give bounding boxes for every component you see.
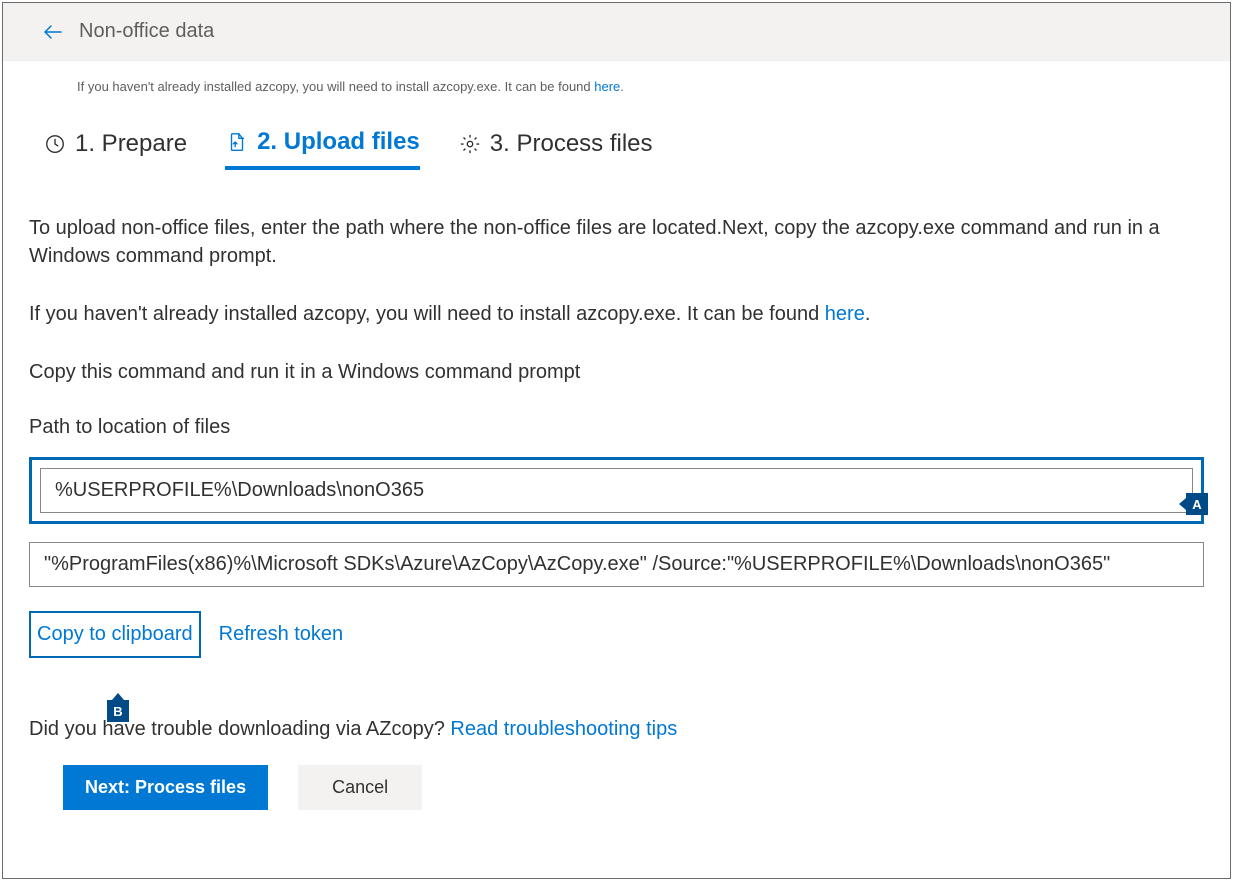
install-note-prefix: If you haven't already installed azcopy,…	[77, 79, 594, 94]
copy-command-label: Copy this command and run it in a Window…	[29, 358, 1204, 386]
troubleshooting-link[interactable]: Read troubleshooting tips	[450, 718, 677, 740]
troubleshooting-row: Did you have trouble downloading via AZc…	[29, 718, 1204, 741]
wizard-tabs: 1. Prepare 2. Upload files 3. Process fi…	[29, 128, 1204, 170]
instructions-para1: To upload non-office files, enter the pa…	[29, 214, 1204, 270]
tab-upload-label: 2. Upload files	[257, 128, 420, 156]
callout-marker-b: B	[107, 700, 129, 722]
troubleshooting-text: Did you have trouble downloading via AZc…	[29, 718, 450, 740]
install-note-link[interactable]: here	[594, 79, 620, 94]
footer-buttons: Next: Process files Cancel	[29, 765, 1204, 810]
command-display[interactable]: "%ProgramFiles(x86)%\Microsoft SDKs\Azur…	[29, 542, 1204, 587]
file-upload-icon	[225, 130, 249, 154]
tab-process-label: 3. Process files	[490, 130, 653, 158]
install-note-top: If you haven't already installed azcopy,…	[29, 79, 1204, 94]
install-link[interactable]: here	[825, 303, 865, 325]
install-note-suffix: .	[620, 79, 624, 94]
instructions-para2-prefix: If you haven't already installed azcopy,…	[29, 303, 825, 325]
next-process-files-button[interactable]: Next: Process files	[63, 765, 268, 810]
tab-upload-files[interactable]: 2. Upload files	[225, 128, 420, 170]
tab-prepare[interactable]: 1. Prepare	[43, 128, 187, 170]
cancel-button[interactable]: Cancel	[298, 765, 422, 810]
gear-icon	[458, 132, 482, 156]
copy-button-highlight: Copy to clipboard	[29, 611, 201, 658]
instructions-para2-suffix: .	[865, 303, 871, 325]
tab-prepare-label: 1. Prepare	[75, 130, 187, 158]
back-arrow-icon[interactable]	[41, 20, 65, 44]
tab-process-files[interactable]: 3. Process files	[458, 128, 653, 170]
path-input-highlight	[29, 457, 1204, 524]
header-bar: Non-office data	[3, 3, 1230, 61]
callout-marker-a: A	[1186, 493, 1208, 515]
refresh-token-button[interactable]: Refresh token	[219, 623, 344, 646]
path-label: Path to location of files	[29, 416, 1204, 439]
path-input[interactable]	[40, 468, 1193, 513]
clipboard-actions-row: Copy to clipboard Refresh token	[29, 611, 1204, 658]
instructions-para2: If you haven't already installed azcopy,…	[29, 300, 1204, 328]
copy-to-clipboard-button[interactable]: Copy to clipboard	[37, 623, 193, 646]
clock-icon	[43, 132, 67, 156]
page-title: Non-office data	[79, 20, 214, 43]
